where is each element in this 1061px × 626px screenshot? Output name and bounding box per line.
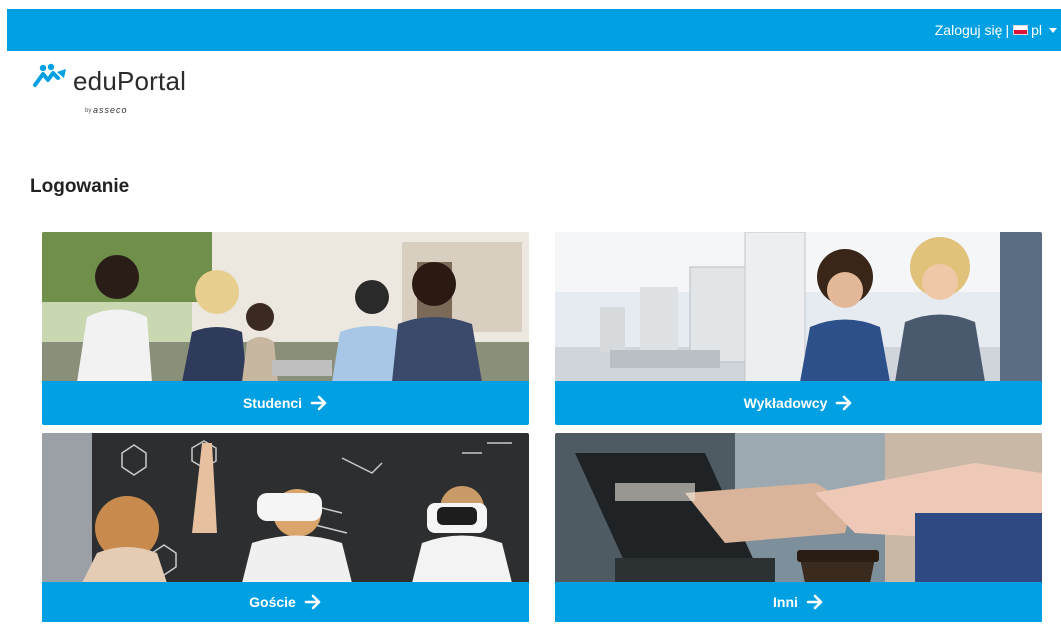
guests-label: Goście — [249, 594, 296, 610]
students-button[interactable]: Studenci — [42, 381, 529, 425]
students-outdoors-photo — [42, 232, 529, 382]
card-guests[interactable]: Goście — [42, 433, 529, 626]
computer-lab-photo — [555, 232, 1042, 382]
logo-text: eduPortal — [73, 66, 187, 96]
login-area: Zaloguj się | pl — [935, 22, 1057, 38]
arrow-right-icon — [310, 394, 328, 412]
separator: | — [1005, 22, 1010, 38]
top-navbar: Zaloguj się | pl — [7, 9, 1061, 51]
guests-button[interactable]: Goście — [42, 582, 529, 622]
logo-byline: by — [85, 108, 92, 114]
vr-headset-classroom-photo — [42, 433, 529, 583]
lecturers-label: Wykładowcy — [743, 395, 828, 411]
logo-brand: asseco — [93, 105, 128, 115]
laptop-coffee-photo — [555, 433, 1042, 583]
card-students[interactable]: Studenci — [42, 232, 529, 425]
students-label: Studenci — [242, 395, 303, 411]
eduportal-logo[interactable]: eduPortal by asseco — [33, 63, 213, 123]
card-lecturers[interactable]: Wykładowcy — [555, 232, 1042, 425]
card-others[interactable]: Inni — [555, 433, 1042, 626]
lecturers-button[interactable]: Wykładowcy — [555, 381, 1042, 425]
language-label: pl — [1031, 22, 1042, 38]
arrow-right-icon — [304, 593, 322, 611]
people-logo-icon — [33, 63, 66, 87]
login-link[interactable]: Zaloguj się — [935, 22, 1003, 38]
arrow-right-icon — [806, 593, 824, 611]
caret-down-icon — [1049, 27, 1057, 33]
page-title: Logowanie — [30, 176, 130, 197]
language-dropdown[interactable]: pl — [1013, 22, 1057, 38]
poland-flag-icon — [1013, 25, 1029, 35]
others-button[interactable]: Inni — [555, 582, 1042, 622]
others-label: Inni — [773, 594, 798, 610]
arrow-right-icon — [835, 394, 853, 412]
